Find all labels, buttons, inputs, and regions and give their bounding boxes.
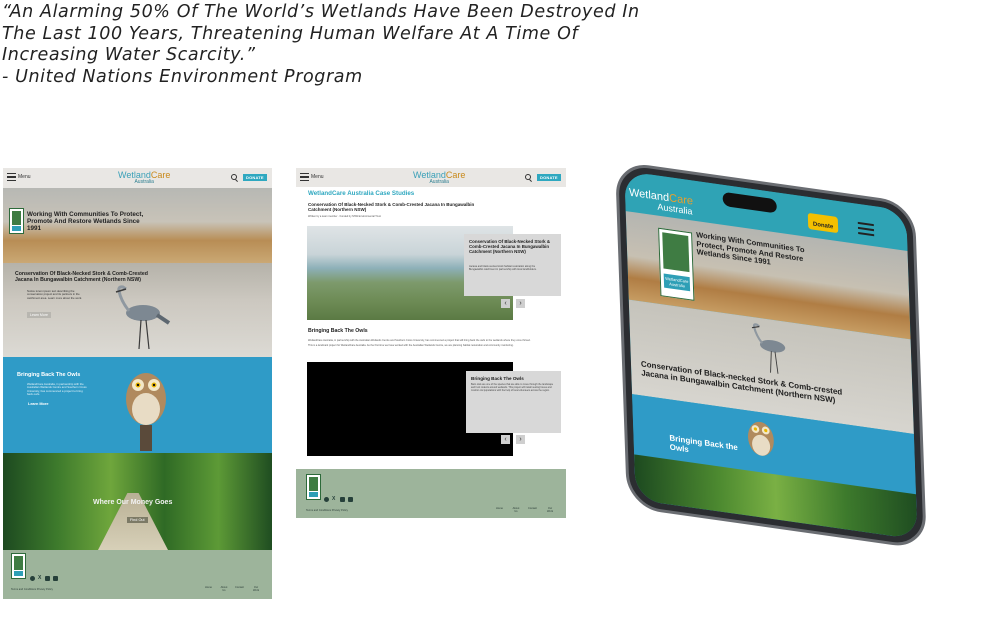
home-page-mockup: Menu WetlandCare Australia DONATE Workin… bbox=[3, 168, 272, 599]
next-arrow-icon[interactable]: › bbox=[516, 435, 525, 444]
hero-section: Working With Communities To Protect, Pro… bbox=[3, 188, 272, 263]
menu-label[interactable]: Menu bbox=[18, 174, 31, 180]
owls-card-title: Bringing Back The Owls bbox=[471, 376, 524, 381]
stork-text: Notice lorem ipsum text describing the c… bbox=[27, 289, 83, 300]
project-meta: Written by a team member · Funded by NSW… bbox=[308, 215, 381, 218]
site-logo[interactable]: WetlandCare Australia bbox=[118, 171, 170, 186]
heron-image bbox=[751, 323, 786, 374]
footer-logo bbox=[306, 474, 321, 500]
mobile-hero-title: Working With Communities To Protect, Pro… bbox=[695, 230, 805, 267]
stork-title: Conservation Of Black-Necked Stork & Com… bbox=[15, 271, 148, 283]
prev-arrow-icon[interactable]: ‹ bbox=[501, 299, 510, 308]
footer-link-home[interactable]: Home bbox=[205, 586, 212, 589]
next-arrow-icon[interactable]: › bbox=[516, 299, 525, 308]
where-money-goes-section: Where Our Money Goes Find Out bbox=[3, 453, 272, 550]
owls-title: Bringing Back The Owls bbox=[17, 372, 81, 378]
footer-link-our-work[interactable]: Our Work bbox=[546, 507, 554, 513]
footer-link-about[interactable]: About Us bbox=[220, 586, 228, 592]
top-nav: Menu WetlandCare Australia DONATE bbox=[3, 168, 272, 188]
footer-link-contact[interactable]: Contact bbox=[528, 507, 537, 510]
hamburger-menu-icon[interactable] bbox=[300, 173, 309, 181]
site-footer: X Terms and Conditions Privacy Policy Ho… bbox=[296, 469, 566, 518]
donate-button[interactable]: DONATE bbox=[537, 174, 561, 181]
wetlandcare-badge-logo bbox=[9, 208, 24, 234]
wetlandcare-badge-logo: WetlandCare Australia bbox=[658, 227, 695, 301]
badge-caption: WetlandCare Australia bbox=[663, 273, 691, 292]
quote-line: The Last 100 Years, Threatening Human We… bbox=[2, 23, 579, 44]
top-nav: Menu WetlandCare Australia DONATE bbox=[296, 168, 566, 187]
x-icon[interactable]: X bbox=[332, 497, 335, 502]
mobile-donate-button[interactable]: Donate bbox=[807, 212, 839, 234]
youtube-icon[interactable] bbox=[45, 576, 50, 581]
owls-card-text: Barn owls are one of the species that ar… bbox=[471, 383, 554, 392]
facebook-icon[interactable] bbox=[30, 576, 35, 581]
owls-heading: Bringing Back The Owls bbox=[308, 328, 368, 334]
owls-text: WetlandCare Australia, in partnership wi… bbox=[27, 382, 87, 396]
search-icon[interactable] bbox=[525, 174, 531, 180]
footer-legal-links[interactable]: Terms and Conditions Privacy Policy bbox=[306, 509, 348, 512]
case-studies-mockup: Menu WetlandCare Australia DONATE Wetlan… bbox=[296, 168, 566, 518]
site-footer: X Terms and Conditions Privacy Policy Ho… bbox=[3, 550, 272, 599]
search-icon[interactable] bbox=[231, 174, 237, 180]
footer-link-our-work[interactable]: Our Work bbox=[252, 586, 260, 592]
linkedin-icon[interactable] bbox=[348, 497, 353, 502]
phone-body: WetlandCare Australia Donate WetlandCare… bbox=[597, 158, 951, 618]
linkedin-icon[interactable] bbox=[53, 576, 58, 581]
find-out-button[interactable]: Find Out bbox=[127, 517, 148, 523]
owls-paragraph: WetlandCare Australia, in partnership wi… bbox=[308, 339, 563, 347]
owl-image bbox=[126, 373, 166, 451]
footer-logo bbox=[11, 553, 26, 579]
owls-paragraph-2: This is a landmark project for WetlandCa… bbox=[308, 344, 514, 347]
owls-learn-more-link[interactable]: Learn More bbox=[28, 402, 48, 406]
phone-mockup: WetlandCare Australia Donate WetlandCare… bbox=[597, 158, 937, 568]
donate-label: Donate bbox=[812, 221, 834, 231]
stork-learn-more-button[interactable]: Learn More bbox=[27, 312, 51, 318]
footer-legal-links[interactable]: Terms and Conditions Privacy Policy bbox=[11, 588, 53, 591]
mobile-owls-title: Bringing Back the Owls bbox=[669, 433, 738, 455]
youtube-icon[interactable] bbox=[340, 497, 345, 502]
owls-card: Bringing Back The Owls Barn owls are one… bbox=[466, 371, 561, 433]
owls-section: Bringing Back The Owls WetlandCare Austr… bbox=[3, 357, 272, 453]
menu-label[interactable]: Menu bbox=[311, 174, 324, 180]
project-card-title: Conservation Of Black-Necked Stork & Com… bbox=[469, 239, 551, 254]
footer-link-contact[interactable]: Contact bbox=[235, 586, 244, 589]
case-studies-heading: WetlandCare Australia Case Studies bbox=[308, 190, 415, 197]
donate-button[interactable]: DONATE bbox=[243, 174, 267, 181]
owls-paragraph-1: WetlandCare Australia, in partnership wi… bbox=[308, 339, 531, 342]
quote-line: Increasing Water Scarcity.” bbox=[2, 45, 256, 65]
project-title: Conservation Of Black-Necked Stork & Com… bbox=[308, 202, 475, 213]
phone-screen: WetlandCare Australia Donate WetlandCare… bbox=[624, 170, 918, 540]
footer-link-home[interactable]: Home bbox=[496, 507, 503, 510]
quote-attribution: - United Nations Environment Program bbox=[2, 66, 363, 87]
stork-section: Conservation Of Black-Necked Stork & Com… bbox=[3, 263, 272, 357]
hamburger-menu-icon[interactable] bbox=[857, 221, 875, 237]
money-title: Where Our Money Goes bbox=[93, 499, 173, 506]
heron-image bbox=[115, 285, 171, 350]
site-logo[interactable]: WetlandCare Australia bbox=[413, 171, 465, 186]
hero-title: Working With Communities To Protect, Pro… bbox=[27, 211, 144, 233]
x-icon[interactable]: X bbox=[38, 576, 41, 581]
project-card-text: Jacana and black-necked stork habitat re… bbox=[469, 265, 537, 271]
quote-line: “An Alarming 50% Of The World’s Wetlands… bbox=[2, 2, 640, 22]
hamburger-menu-icon[interactable] bbox=[7, 173, 16, 181]
prev-arrow-icon[interactable]: ‹ bbox=[501, 435, 510, 444]
footer-link-about[interactable]: About Us bbox=[512, 507, 520, 513]
project-card: Conservation Of Black-Necked Stork & Com… bbox=[464, 234, 561, 296]
un-quote: “An Alarming 50% Of The World’s Wetlands… bbox=[2, 2, 702, 88]
facebook-icon[interactable] bbox=[324, 497, 329, 502]
